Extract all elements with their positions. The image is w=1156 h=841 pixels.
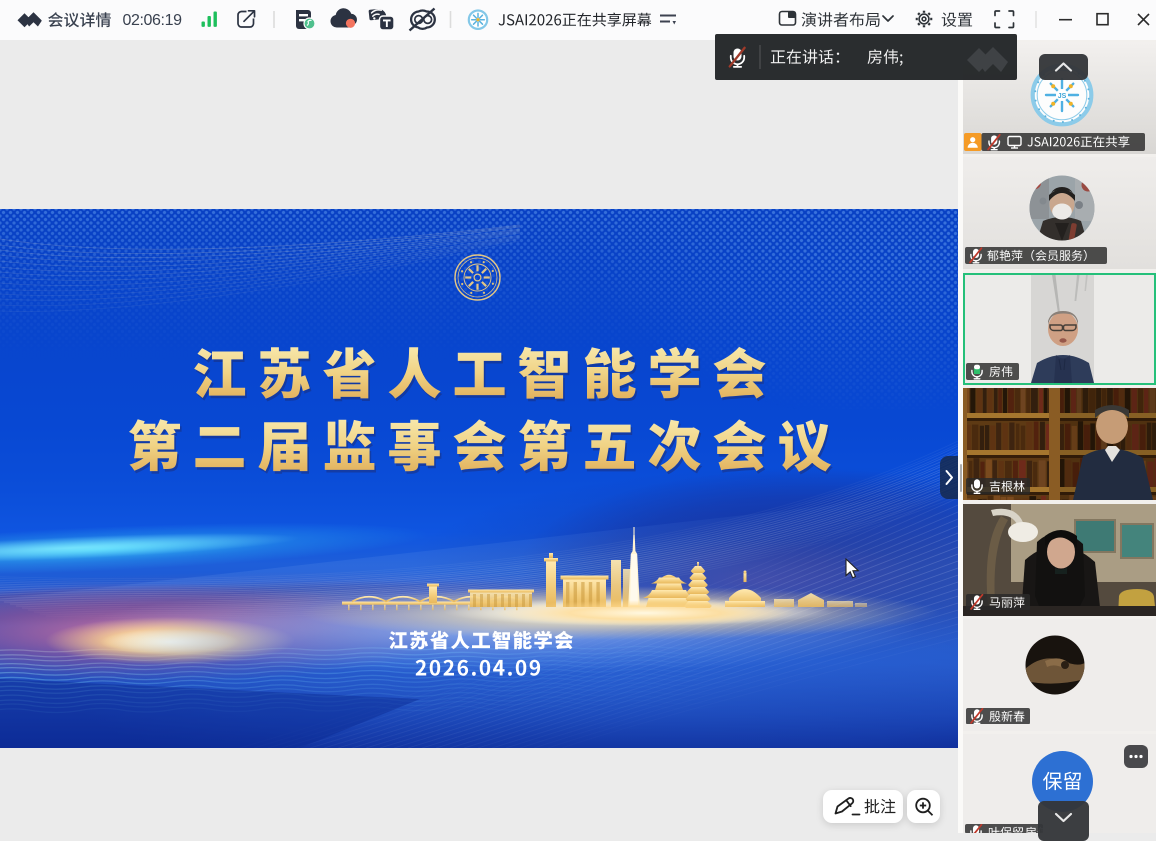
svg-text:02:06:19: 02:06:19: [123, 12, 183, 29]
svg-text:JS: JS: [1058, 93, 1067, 100]
